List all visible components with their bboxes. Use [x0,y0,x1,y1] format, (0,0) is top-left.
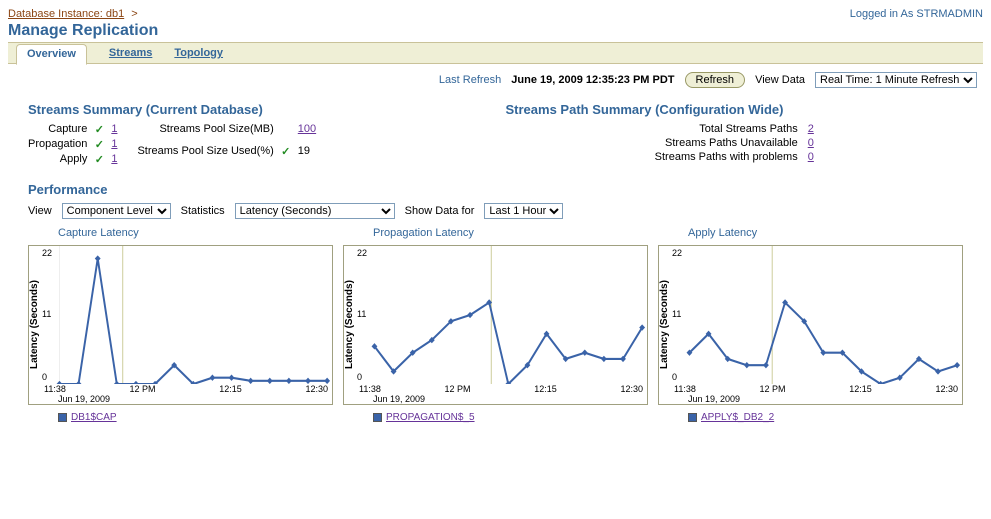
last-refresh-timestamp: June 19, 2009 12:35:23 PM PDT [511,74,674,86]
ytick-max: 22 [42,248,52,258]
chart-ylabel: Latency (Seconds) [344,246,355,404]
tab-streams[interactable]: Streams [109,47,152,59]
xdate: Jun 19, 2009 [40,394,332,404]
apply-link[interactable]: 1 [111,153,117,166]
problempaths-link[interactable]: 0 [808,151,963,163]
check-icon: ✓ [280,145,292,166]
ytick-mid: 11 [42,309,51,319]
chart-propagation-title: Propagation Latency [343,227,648,239]
performance-title: Performance [28,182,963,197]
view-select[interactable]: Component Level [62,203,171,219]
pathsum-title: Streams Path Summary (Configuration Wide… [506,102,964,117]
xtick: 12 PM [130,384,156,394]
showdata-label: Show Data for [405,205,475,217]
chart-apply-title: Apply Latency [658,227,963,239]
xdate: Jun 19, 2009 [355,394,647,404]
xdate: Jun 19, 2009 [670,394,962,404]
ytick-mid: 11 [357,309,366,319]
poolused-value: 19 [298,145,316,166]
xtick: 11:38 [674,384,696,394]
logged-in-label: Logged in As STRMADMIN [850,8,983,20]
apply-label: Apply [28,153,87,166]
ytick-min: 0 [42,372,47,382]
summary-title: Streams Summary (Current Database) [28,102,486,117]
check-icon: ✓ [93,138,105,151]
breadcrumb-db-link[interactable]: Database Instance: db1 [8,8,124,20]
page-title: Manage Replication [8,22,983,40]
capture-label: Capture [28,123,87,136]
xtick: 12:30 [935,384,958,394]
stats-select[interactable]: Latency (Seconds) [235,203,395,219]
propagation-label: Propagation [28,138,87,151]
propagation-link[interactable]: 1 [111,138,117,151]
check-icon: ✓ [93,123,105,136]
check-icon: ✓ [93,153,105,166]
ytick-min: 0 [672,372,677,382]
last-refresh-label: Last Refresh [439,74,501,86]
unavailpaths-label: Streams Paths Unavailable [506,137,798,149]
legend-propagation-link[interactable]: PROPAGATION$_5 [386,412,475,423]
tab-topology[interactable]: Topology [174,47,223,59]
chart-capture-svg [40,246,332,384]
view-label: View [28,205,52,217]
breadcrumb: Database Instance: db1 > [8,8,142,20]
poolsize-link[interactable]: 100 [298,123,316,143]
ytick-min: 0 [357,372,362,382]
xtick: 12:30 [305,384,328,394]
view-data-select[interactable]: Real Time: 1 Minute Refresh [815,72,977,88]
xtick: 12:30 [620,384,643,394]
ytick-mid: 11 [672,309,681,319]
legend-swatch-icon [373,413,382,422]
ytick-max: 22 [672,248,682,258]
problempaths-label: Streams Paths with problems [506,151,798,163]
xtick: 11:38 [44,384,66,394]
xtick: 11:38 [359,384,381,394]
unavailpaths-link[interactable]: 0 [808,137,963,149]
poolsize-label: Streams Pool Size(MB) [137,123,273,143]
chart-capture-title: Capture Latency [28,227,333,239]
xtick: 12:15 [219,384,242,394]
capture-link[interactable]: 1 [111,123,117,136]
chart-apply-svg [670,246,962,384]
chart-capture: Capture Latency Latency (Seconds) 22 11 … [28,227,333,423]
chart-propagation-svg [355,246,647,384]
poolused-label: Streams Pool Size Used(%) [137,145,273,166]
xtick: 12 PM [760,384,786,394]
legend-swatch-icon [58,413,67,422]
ytick-max: 22 [357,248,367,258]
legend-swatch-icon [688,413,697,422]
chart-ylabel: Latency (Seconds) [659,246,670,404]
showdata-select[interactable]: Last 1 Hour [484,203,563,219]
breadcrumb-sep-icon: > [127,8,141,20]
chart-ylabel: Latency (Seconds) [29,246,40,404]
xtick: 12:15 [849,384,872,394]
view-data-label: View Data [755,74,805,86]
totalpaths-link[interactable]: 2 [808,123,963,135]
stats-label: Statistics [181,205,225,217]
tab-overview[interactable]: Overview [16,44,87,65]
chart-propagation: Propagation Latency Latency (Seconds) 22… [343,227,648,423]
chart-apply: Apply Latency Latency (Seconds) 22 11 0 [658,227,963,423]
tabs: Overview Streams Topology [8,42,983,64]
xtick: 12 PM [445,384,471,394]
totalpaths-label: Total Streams Paths [506,123,798,135]
refresh-button[interactable]: Refresh [685,72,746,88]
legend-capture-link[interactable]: DB1$CAP [71,412,117,423]
refresh-row: Last Refresh June 19, 2009 12:35:23 PM P… [8,64,983,96]
xtick: 12:15 [534,384,557,394]
legend-apply-link[interactable]: APPLY$_DB2_2 [701,412,774,423]
